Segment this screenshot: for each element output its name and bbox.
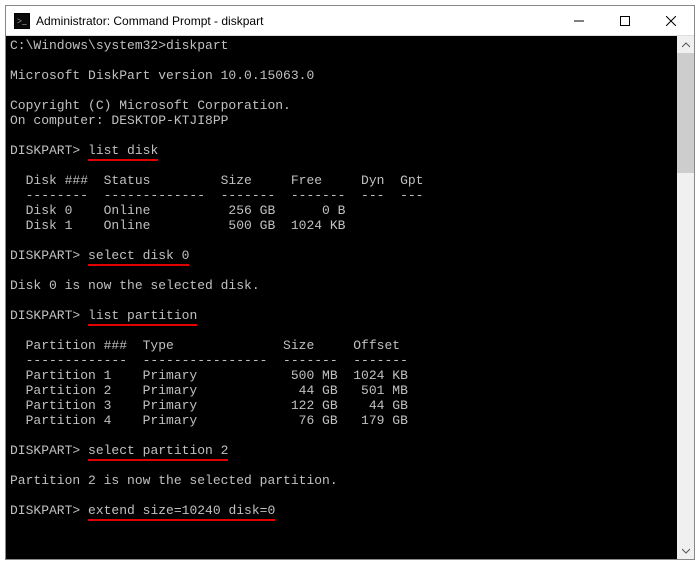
- close-button[interactable]: [648, 6, 694, 35]
- cmd-icon: >_: [14, 13, 30, 29]
- table-row: Disk 0 Online 256 GB 0 B: [10, 203, 345, 218]
- part-sep: ------------- ---------------- ------- -…: [10, 353, 408, 368]
- vertical-scrollbar[interactable]: [677, 36, 694, 559]
- cmd-diskpart: diskpart: [166, 38, 228, 53]
- command-prompt-window: >_ Administrator: Command Prompt - diskp…: [5, 5, 695, 560]
- scroll-down-button[interactable]: [677, 542, 694, 559]
- scroll-track[interactable]: [677, 53, 694, 542]
- msg-select-partition: Partition 2 is now the selected partitio…: [10, 473, 338, 488]
- maximize-button[interactable]: [602, 6, 648, 35]
- computer-name: DESKTOP-KTJI8PP: [111, 113, 228, 128]
- titlebar[interactable]: >_ Administrator: Command Prompt - diskp…: [6, 6, 694, 36]
- scroll-up-button[interactable]: [677, 36, 694, 53]
- minimize-button[interactable]: [556, 6, 602, 35]
- cmd-extend: extend size=10240 disk=0: [88, 503, 275, 521]
- disk-header: Disk ### Status Size Free Dyn Gpt: [10, 173, 423, 188]
- scroll-thumb[interactable]: [677, 53, 694, 173]
- shell-prompt: C:\Windows\system32>: [10, 38, 166, 53]
- window-title: Administrator: Command Prompt - diskpart: [36, 14, 556, 28]
- svg-text:>_: >_: [17, 16, 27, 26]
- version-line: Microsoft DiskPart version 10.0.15063.0: [10, 68, 314, 83]
- table-row: Partition 1 Primary 500 MB 1024 KB: [10, 368, 408, 383]
- disk-sep: -------- ------------- ------- ------- -…: [10, 188, 423, 203]
- terminal-output[interactable]: C:\Windows\system32>diskpart Microsoft D…: [6, 36, 677, 559]
- part-header: Partition ### Type Size Offset: [10, 338, 400, 353]
- diskpart-prompt: DISKPART>: [10, 443, 80, 458]
- computer-label: On computer:: [10, 113, 111, 128]
- diskpart-prompt: DISKPART>: [10, 248, 80, 263]
- table-row: Disk 1 Online 500 GB 1024 KB: [10, 218, 345, 233]
- client-area: C:\Windows\system32>diskpart Microsoft D…: [6, 36, 694, 559]
- cmd-select-disk: select disk 0: [88, 248, 189, 266]
- diskpart-prompt: DISKPART>: [10, 308, 80, 323]
- diskpart-prompt: DISKPART>: [10, 503, 80, 518]
- cmd-list-partition: list partition: [88, 308, 197, 326]
- cmd-list-disk: list disk: [88, 143, 158, 161]
- cmd-select-partition: select partition 2: [88, 443, 228, 461]
- msg-select-disk: Disk 0 is now the selected disk.: [10, 278, 260, 293]
- copyright-line: Copyright (C) Microsoft Corporation.: [10, 98, 291, 113]
- window-controls: [556, 6, 694, 35]
- diskpart-prompt: DISKPART>: [10, 143, 80, 158]
- table-row: Partition 3 Primary 122 GB 44 GB: [10, 398, 408, 413]
- table-row: Partition 4 Primary 76 GB 179 GB: [10, 413, 408, 428]
- table-row: Partition 2 Primary 44 GB 501 MB: [10, 383, 408, 398]
